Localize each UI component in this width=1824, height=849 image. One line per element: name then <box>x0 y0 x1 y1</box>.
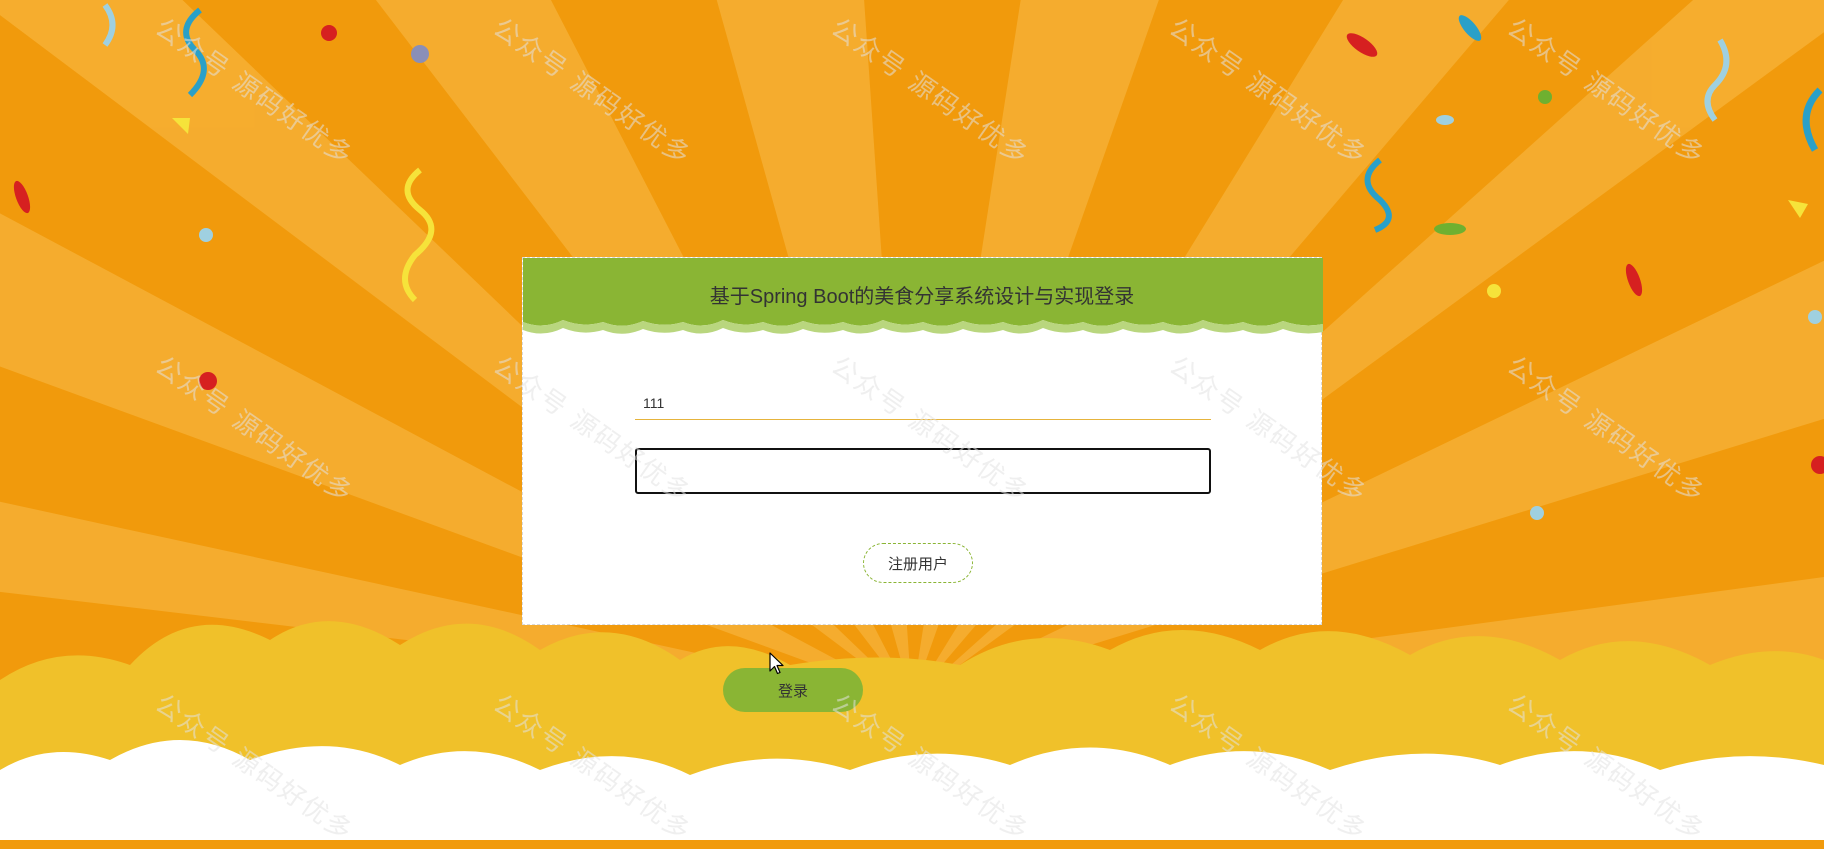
card-header: 基于Spring Boot的美食分享系统设计与实现登录 <box>523 258 1323 336</box>
username-input[interactable] <box>635 386 1211 420</box>
mouse-pointer-icon <box>769 652 784 675</box>
page-title: 基于Spring Boot的美食分享系统设计与实现登录 <box>709 286 1135 308</box>
register-button[interactable]: 注册用户 <box>863 543 973 583</box>
password-input[interactable] <box>635 448 1211 494</box>
login-card: 基于Spring Boot的美食分享系统设计与实现登录 注册用户 <box>522 257 1323 625</box>
login-button[interactable]: 登录 <box>723 668 863 712</box>
